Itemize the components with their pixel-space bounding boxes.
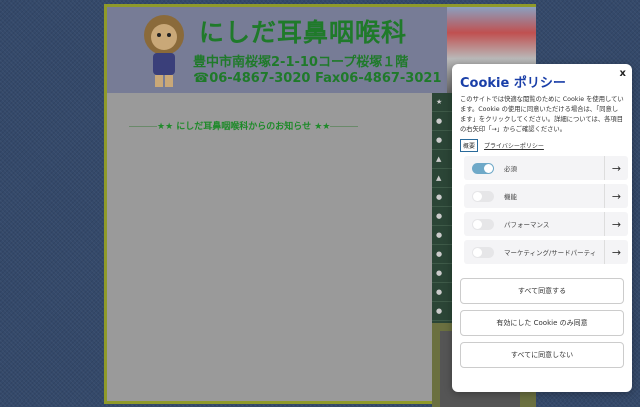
cookie-dialog: x Cookie ポリシー このサイトでは快適な閲覧のために Cookie を使… — [452, 64, 632, 392]
notice-heading: ★★ にしだ耳鼻咽喉科からのお知らせ ★★ — [129, 119, 359, 132]
cookie-title: Cookie ポリシー — [460, 76, 566, 91]
accept-selected-button[interactable]: 有効にした Cookie のみ同意 — [460, 310, 624, 336]
lion-mascot-logo — [144, 15, 184, 87]
clinic-name: にしだ耳鼻咽喉科 — [199, 18, 408, 47]
arrow-right-icon[interactable]: → — [604, 184, 628, 208]
toggle-required[interactable] — [472, 162, 494, 174]
clinic-address: 豊中市南桜塚2-1-10コープ桜塚１階 — [193, 55, 409, 70]
cookie-description: このサイトでは快適な閲覧のために Cookie を使用しています。Cookie … — [460, 96, 624, 133]
arrow-right-icon[interactable]: → — [604, 212, 628, 236]
category-label: パフォーマンス — [504, 221, 550, 229]
category-row-required: 必須 → — [464, 156, 628, 180]
close-button[interactable]: x — [620, 68, 626, 79]
site-header: にしだ耳鼻咽喉科 豊中市南桜塚2-1-10コープ桜塚１階 ☎06-4867-30… — [107, 7, 447, 93]
category-label: 必須 — [504, 165, 517, 173]
overview-link[interactable]: 概要 — [460, 139, 479, 152]
notice-text: ★★ にしだ耳鼻咽喉科からのお知らせ ★★ — [157, 122, 331, 132]
reject-all-button[interactable]: すべてに同意しない — [460, 342, 624, 368]
arrow-right-icon[interactable]: → — [604, 156, 628, 180]
toggle-marketing[interactable] — [472, 246, 494, 258]
category-row-marketing: マーケティング/サードパーティ → — [464, 240, 628, 264]
toggle-performance[interactable] — [472, 218, 494, 230]
category-label: マーケティング/サードパーティ — [504, 249, 597, 257]
privacy-policy-link[interactable]: プライバシーポリシー — [484, 141, 544, 150]
arrow-right-icon[interactable]: → — [604, 240, 628, 264]
accept-all-button[interactable]: すべて同意する — [460, 278, 624, 304]
category-label: 機能 — [504, 193, 517, 201]
clinic-phone: ☎06-4867-3020 Fax06-4867-3021 — [193, 71, 442, 86]
category-row-performance: パフォーマンス → — [464, 212, 628, 236]
toggle-functional[interactable] — [472, 190, 494, 202]
category-row-functional: 機能 → — [464, 184, 628, 208]
